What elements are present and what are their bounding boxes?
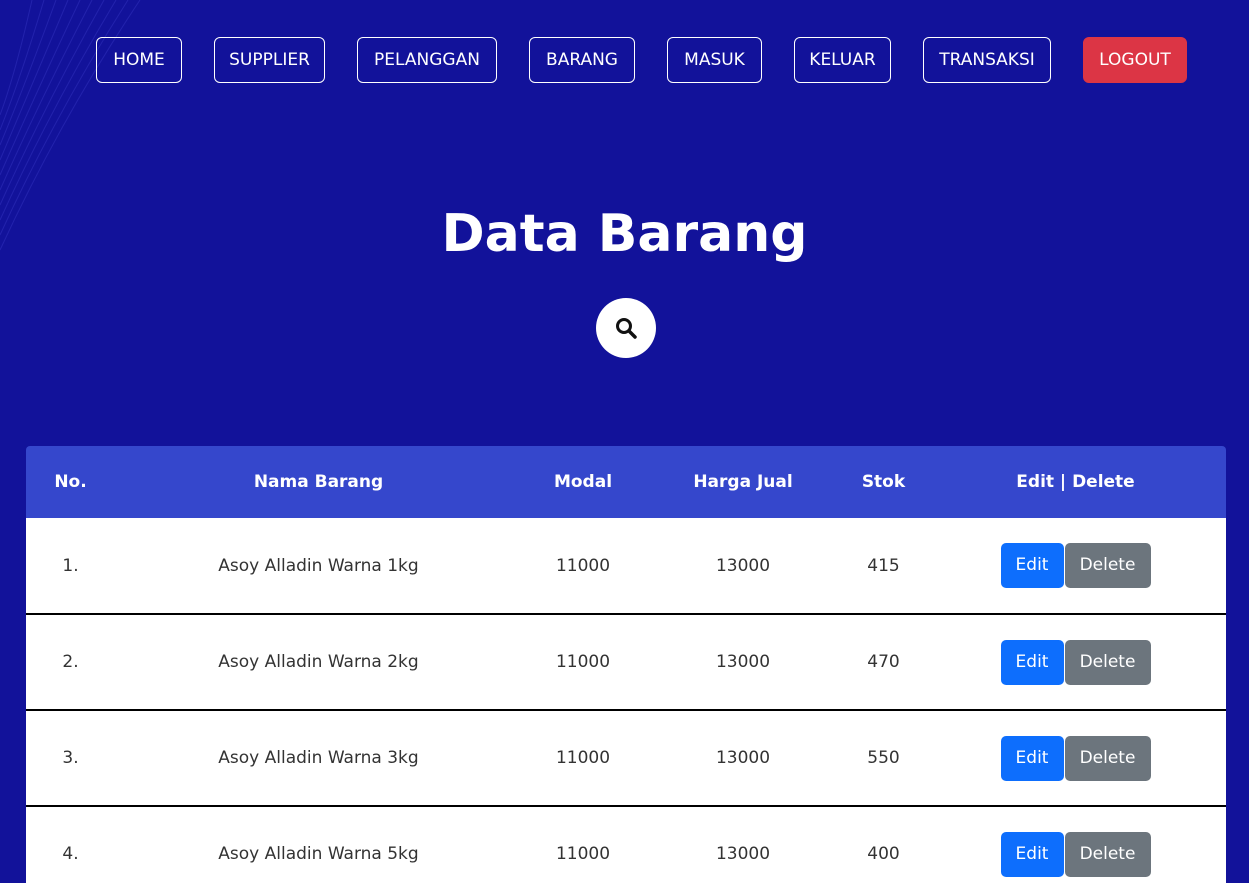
logout-button[interactable]: LOGOUT <box>1083 37 1187 83</box>
delete-button[interactable]: Delete <box>1064 735 1151 781</box>
cell-modal: 11000 <box>555 748 611 768</box>
search-icon <box>616 318 637 339</box>
cell-stok: 470 <box>867 652 900 672</box>
cell-modal: 11000 <box>555 652 611 672</box>
cell-modal: 11000 <box>555 844 611 864</box>
cell-harga-jual: 13000 <box>715 652 771 672</box>
nav-home-button[interactable]: HOME <box>96 37 182 83</box>
edit-button[interactable]: Edit <box>1000 735 1064 781</box>
page-title: Data Barang <box>441 204 808 264</box>
header-modal: Modal <box>553 472 613 492</box>
table-header-row: No. Nama Barang Modal Harga Jual Stok Ed… <box>26 446 1226 518</box>
search-button[interactable] <box>596 298 656 358</box>
edit-button[interactable]: Edit <box>1000 639 1064 685</box>
cell-nama-barang: Asoy Alladin Warna 2kg <box>218 652 419 672</box>
nav-keluar-button[interactable]: KELUAR <box>794 37 891 83</box>
delete-button[interactable]: Delete <box>1064 831 1151 877</box>
delete-button[interactable]: Delete <box>1064 639 1151 685</box>
header-stok: Stok <box>861 472 906 492</box>
header-actions: Edit | Delete <box>1016 472 1135 492</box>
cell-no: 3. <box>62 748 79 768</box>
delete-button[interactable]: Delete <box>1064 543 1151 588</box>
nav-pelanggan-button[interactable]: PELANGGAN <box>357 37 497 83</box>
table-row: 1. Asoy Alladin Warna 1kg 11000 13000 41… <box>26 518 1226 614</box>
cell-actions: Edit Delete <box>925 518 1226 614</box>
edit-button[interactable]: Edit <box>1000 831 1064 877</box>
cell-harga-jual: 13000 <box>715 555 771 576</box>
cell-stok: 550 <box>867 748 900 768</box>
cell-harga-jual: 13000 <box>715 844 771 864</box>
table-row: 3. Asoy Alladin Warna 3kg 11000 13000 55… <box>26 710 1226 806</box>
cell-no: 4. <box>62 844 79 864</box>
table-row: 4. Asoy Alladin Warna 5kg 11000 13000 40… <box>26 806 1226 883</box>
nav-supplier-button[interactable]: SUPPLIER <box>214 37 325 83</box>
cell-actions: Edit Delete <box>925 710 1226 806</box>
cell-no: 2. <box>62 652 79 672</box>
nav-transaksi-button[interactable]: TRANSAKSI <box>923 37 1051 83</box>
cell-actions: Edit Delete <box>925 806 1226 883</box>
cell-no: 1. <box>62 555 79 576</box>
barang-table: No. Nama Barang Modal Harga Jual Stok Ed… <box>26 446 1226 883</box>
cell-modal: 11000 <box>555 555 611 576</box>
header-nama-barang: Nama Barang <box>253 472 384 492</box>
nav-barang-button[interactable]: BARANG <box>529 37 635 83</box>
barang-table-container: No. Nama Barang Modal Harga Jual Stok Ed… <box>26 446 1226 883</box>
cell-stok: 400 <box>867 844 900 864</box>
header-no: No. <box>54 472 87 492</box>
cell-nama-barang: Asoy Alladin Warna 5kg <box>218 844 419 864</box>
top-navigation: HOME SUPPLIER PELANGGAN BARANG MASUK KEL… <box>0 37 1249 83</box>
header-harga-jual: Harga Jual <box>693 472 793 492</box>
cell-nama-barang: Asoy Alladin Warna 1kg <box>218 555 419 576</box>
cell-stok: 415 <box>867 555 900 576</box>
edit-button[interactable]: Edit <box>1000 543 1064 588</box>
table-row: 2. Asoy Alladin Warna 2kg 11000 13000 47… <box>26 614 1226 710</box>
cell-harga-jual: 13000 <box>715 748 771 768</box>
cell-nama-barang: Asoy Alladin Warna 3kg <box>218 748 419 768</box>
nav-masuk-button[interactable]: MASUK <box>667 37 762 83</box>
cell-actions: Edit Delete <box>925 614 1226 710</box>
